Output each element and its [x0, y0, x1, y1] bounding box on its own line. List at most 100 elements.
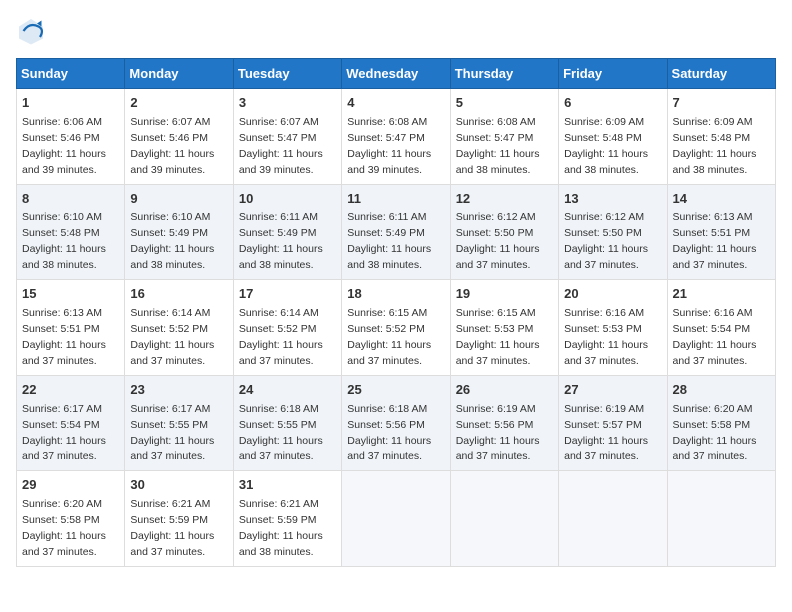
col-header-friday: Friday [559, 59, 667, 89]
day-number: 11 [347, 190, 444, 209]
day-number: 1 [22, 94, 119, 113]
day-info: Sunrise: 6:13 AMSunset: 5:51 PMDaylight:… [673, 211, 757, 271]
day-info: Sunrise: 6:07 AMSunset: 5:46 PMDaylight:… [130, 116, 214, 176]
calendar-cell: 8 Sunrise: 6:10 AMSunset: 5:48 PMDayligh… [17, 184, 125, 280]
day-number: 29 [22, 476, 119, 495]
day-number: 18 [347, 285, 444, 304]
day-info: Sunrise: 6:09 AMSunset: 5:48 PMDaylight:… [564, 116, 648, 176]
day-number: 21 [673, 285, 770, 304]
calendar-cell: 6 Sunrise: 6:09 AMSunset: 5:48 PMDayligh… [559, 89, 667, 185]
calendar-cell: 17 Sunrise: 6:14 AMSunset: 5:52 PMDaylig… [233, 280, 341, 376]
calendar-cell: 18 Sunrise: 6:15 AMSunset: 5:52 PMDaylig… [342, 280, 450, 376]
col-header-sunday: Sunday [17, 59, 125, 89]
day-number: 9 [130, 190, 227, 209]
calendar-cell: 1 Sunrise: 6:06 AMSunset: 5:46 PMDayligh… [17, 89, 125, 185]
day-number: 27 [564, 381, 661, 400]
calendar-cell: 2 Sunrise: 6:07 AMSunset: 5:46 PMDayligh… [125, 89, 233, 185]
calendar-header-row: SundayMondayTuesdayWednesdayThursdayFrid… [17, 59, 776, 89]
day-info: Sunrise: 6:15 AMSunset: 5:53 PMDaylight:… [456, 307, 540, 367]
day-info: Sunrise: 6:12 AMSunset: 5:50 PMDaylight:… [564, 211, 648, 271]
calendar-week-4: 22 Sunrise: 6:17 AMSunset: 5:54 PMDaylig… [17, 375, 776, 471]
page-header [16, 16, 776, 46]
day-info: Sunrise: 6:08 AMSunset: 5:47 PMDaylight:… [456, 116, 540, 176]
day-number: 2 [130, 94, 227, 113]
day-info: Sunrise: 6:13 AMSunset: 5:51 PMDaylight:… [22, 307, 106, 367]
day-number: 10 [239, 190, 336, 209]
day-number: 4 [347, 94, 444, 113]
calendar-week-3: 15 Sunrise: 6:13 AMSunset: 5:51 PMDaylig… [17, 280, 776, 376]
logo [16, 16, 52, 46]
calendar-cell: 3 Sunrise: 6:07 AMSunset: 5:47 PMDayligh… [233, 89, 341, 185]
day-info: Sunrise: 6:21 AMSunset: 5:59 PMDaylight:… [239, 498, 323, 558]
day-number: 6 [564, 94, 661, 113]
day-number: 30 [130, 476, 227, 495]
day-number: 23 [130, 381, 227, 400]
day-number: 5 [456, 94, 553, 113]
calendar-cell: 10 Sunrise: 6:11 AMSunset: 5:49 PMDaylig… [233, 184, 341, 280]
day-info: Sunrise: 6:15 AMSunset: 5:52 PMDaylight:… [347, 307, 431, 367]
calendar-table: SundayMondayTuesdayWednesdayThursdayFrid… [16, 58, 776, 567]
calendar-cell: 21 Sunrise: 6:16 AMSunset: 5:54 PMDaylig… [667, 280, 775, 376]
calendar-week-2: 8 Sunrise: 6:10 AMSunset: 5:48 PMDayligh… [17, 184, 776, 280]
day-number: 8 [22, 190, 119, 209]
day-number: 19 [456, 285, 553, 304]
day-info: Sunrise: 6:20 AMSunset: 5:58 PMDaylight:… [22, 498, 106, 558]
calendar-cell: 14 Sunrise: 6:13 AMSunset: 5:51 PMDaylig… [667, 184, 775, 280]
col-header-thursday: Thursday [450, 59, 558, 89]
calendar-week-5: 29 Sunrise: 6:20 AMSunset: 5:58 PMDaylig… [17, 471, 776, 567]
calendar-cell: 28 Sunrise: 6:20 AMSunset: 5:58 PMDaylig… [667, 375, 775, 471]
day-info: Sunrise: 6:10 AMSunset: 5:48 PMDaylight:… [22, 211, 106, 271]
day-number: 25 [347, 381, 444, 400]
day-number: 26 [456, 381, 553, 400]
calendar-cell [342, 471, 450, 567]
logo-icon [16, 16, 46, 46]
calendar-cell: 25 Sunrise: 6:18 AMSunset: 5:56 PMDaylig… [342, 375, 450, 471]
calendar-cell: 15 Sunrise: 6:13 AMSunset: 5:51 PMDaylig… [17, 280, 125, 376]
day-number: 12 [456, 190, 553, 209]
day-info: Sunrise: 6:12 AMSunset: 5:50 PMDaylight:… [456, 211, 540, 271]
calendar-cell: 22 Sunrise: 6:17 AMSunset: 5:54 PMDaylig… [17, 375, 125, 471]
calendar-cell: 20 Sunrise: 6:16 AMSunset: 5:53 PMDaylig… [559, 280, 667, 376]
day-number: 20 [564, 285, 661, 304]
calendar-cell: 27 Sunrise: 6:19 AMSunset: 5:57 PMDaylig… [559, 375, 667, 471]
calendar-cell: 16 Sunrise: 6:14 AMSunset: 5:52 PMDaylig… [125, 280, 233, 376]
calendar-cell [450, 471, 558, 567]
calendar-cell: 7 Sunrise: 6:09 AMSunset: 5:48 PMDayligh… [667, 89, 775, 185]
calendar-cell: 23 Sunrise: 6:17 AMSunset: 5:55 PMDaylig… [125, 375, 233, 471]
calendar-cell [667, 471, 775, 567]
calendar-cell: 24 Sunrise: 6:18 AMSunset: 5:55 PMDaylig… [233, 375, 341, 471]
day-number: 16 [130, 285, 227, 304]
day-info: Sunrise: 6:16 AMSunset: 5:54 PMDaylight:… [673, 307, 757, 367]
day-info: Sunrise: 6:21 AMSunset: 5:59 PMDaylight:… [130, 498, 214, 558]
day-number: 3 [239, 94, 336, 113]
calendar-cell: 13 Sunrise: 6:12 AMSunset: 5:50 PMDaylig… [559, 184, 667, 280]
calendar-cell: 30 Sunrise: 6:21 AMSunset: 5:59 PMDaylig… [125, 471, 233, 567]
calendar-cell: 4 Sunrise: 6:08 AMSunset: 5:47 PMDayligh… [342, 89, 450, 185]
day-number: 17 [239, 285, 336, 304]
day-number: 14 [673, 190, 770, 209]
day-number: 22 [22, 381, 119, 400]
day-info: Sunrise: 6:11 AMSunset: 5:49 PMDaylight:… [347, 211, 431, 271]
calendar-cell: 29 Sunrise: 6:20 AMSunset: 5:58 PMDaylig… [17, 471, 125, 567]
col-header-saturday: Saturday [667, 59, 775, 89]
day-info: Sunrise: 6:18 AMSunset: 5:55 PMDaylight:… [239, 403, 323, 463]
day-number: 31 [239, 476, 336, 495]
day-info: Sunrise: 6:19 AMSunset: 5:56 PMDaylight:… [456, 403, 540, 463]
day-info: Sunrise: 6:11 AMSunset: 5:49 PMDaylight:… [239, 211, 323, 271]
col-header-monday: Monday [125, 59, 233, 89]
day-info: Sunrise: 6:14 AMSunset: 5:52 PMDaylight:… [130, 307, 214, 367]
day-info: Sunrise: 6:19 AMSunset: 5:57 PMDaylight:… [564, 403, 648, 463]
calendar-week-1: 1 Sunrise: 6:06 AMSunset: 5:46 PMDayligh… [17, 89, 776, 185]
calendar-cell: 31 Sunrise: 6:21 AMSunset: 5:59 PMDaylig… [233, 471, 341, 567]
calendar-cell: 5 Sunrise: 6:08 AMSunset: 5:47 PMDayligh… [450, 89, 558, 185]
day-info: Sunrise: 6:18 AMSunset: 5:56 PMDaylight:… [347, 403, 431, 463]
calendar-cell: 19 Sunrise: 6:15 AMSunset: 5:53 PMDaylig… [450, 280, 558, 376]
day-number: 13 [564, 190, 661, 209]
calendar-cell: 9 Sunrise: 6:10 AMSunset: 5:49 PMDayligh… [125, 184, 233, 280]
day-info: Sunrise: 6:08 AMSunset: 5:47 PMDaylight:… [347, 116, 431, 176]
day-number: 24 [239, 381, 336, 400]
calendar-cell: 11 Sunrise: 6:11 AMSunset: 5:49 PMDaylig… [342, 184, 450, 280]
day-info: Sunrise: 6:06 AMSunset: 5:46 PMDaylight:… [22, 116, 106, 176]
day-info: Sunrise: 6:09 AMSunset: 5:48 PMDaylight:… [673, 116, 757, 176]
day-info: Sunrise: 6:17 AMSunset: 5:55 PMDaylight:… [130, 403, 214, 463]
